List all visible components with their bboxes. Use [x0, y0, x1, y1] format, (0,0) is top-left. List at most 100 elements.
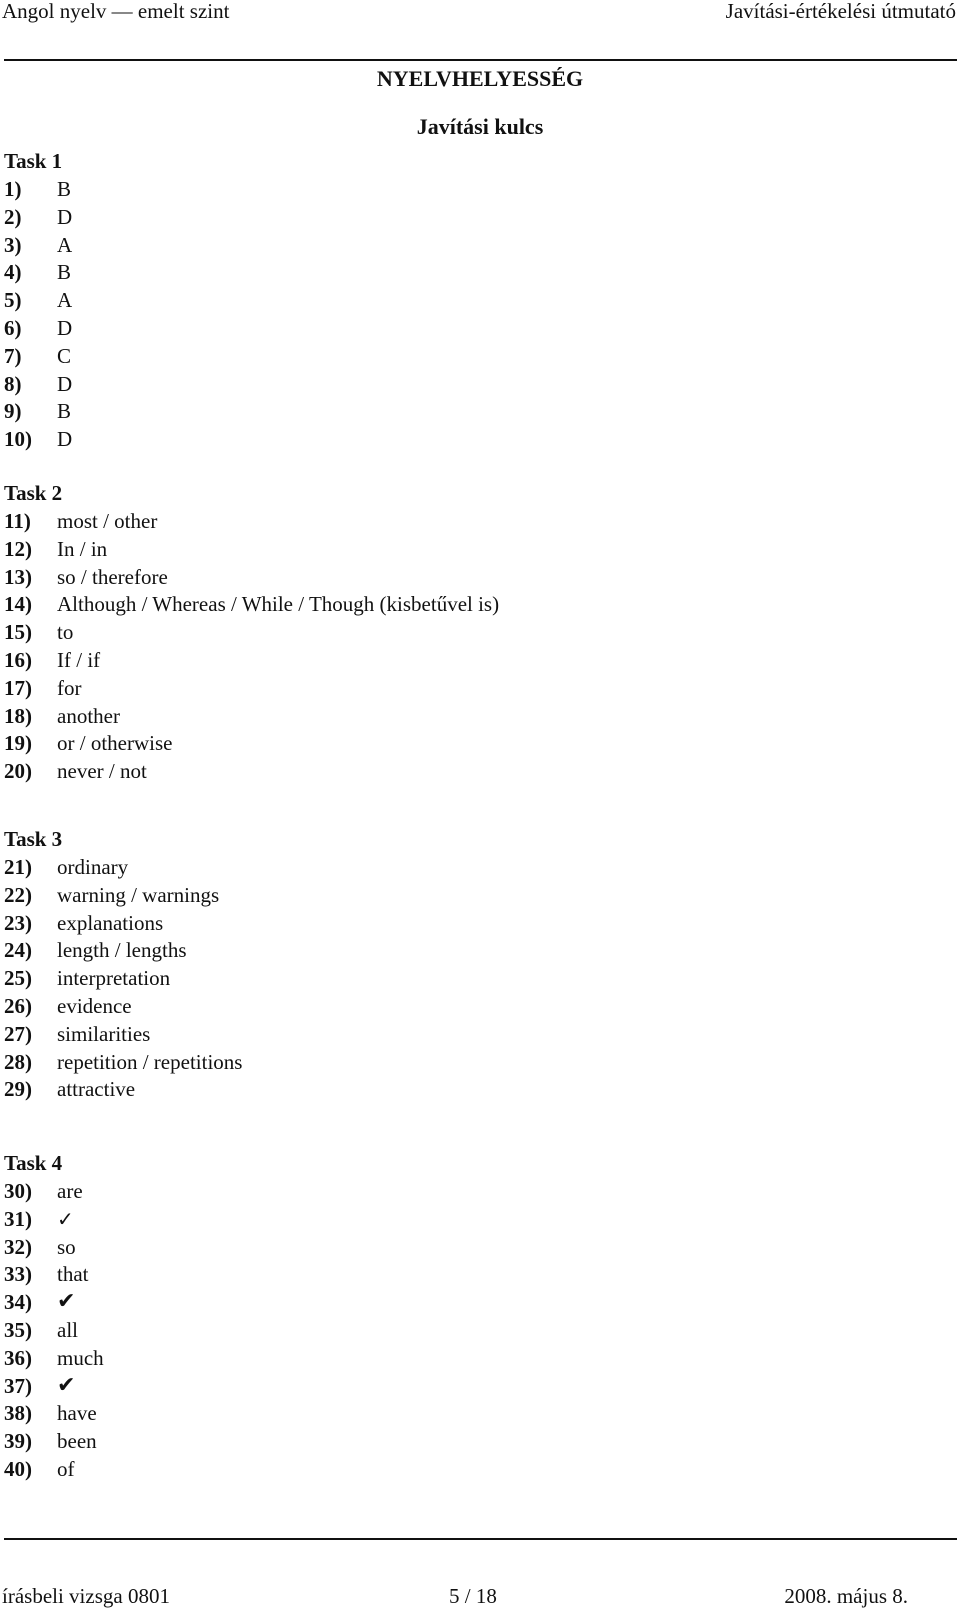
item-answer: D: [57, 371, 73, 396]
item-number: 28): [4, 1049, 32, 1074]
item-answer: Although / Whereas / While / Though (kis…: [57, 592, 500, 617]
answer-item: 15) to: [4, 619, 499, 647]
item-answer: been: [57, 1429, 97, 1454]
item-answer: another: [57, 703, 120, 728]
item-answer: In / in: [57, 536, 108, 561]
item-answer: so / therefore: [57, 564, 168, 589]
header-document-type: Javítási-értékelési útmutató: [725, 0, 956, 23]
item-number: 24): [4, 938, 32, 963]
task-section-2: Task 2 11) most / other 12) In / in 13) so / t…: [4, 480, 499, 786]
answer-item: 1) B: [4, 176, 72, 204]
page-number: 5 / 18: [449, 1584, 497, 1608]
item-answer: much: [57, 1345, 104, 1370]
item-answer: explanations: [57, 910, 164, 935]
item-number: 12): [4, 536, 32, 561]
item-number: 7): [4, 343, 22, 368]
item-number: 37): [4, 1373, 32, 1398]
item-number: 31): [4, 1206, 32, 1231]
task-heading: Task 4: [4, 1151, 63, 1175]
answer-item: 17) for: [4, 675, 499, 703]
item-answer: D: [57, 204, 73, 229]
answer-item: 37) ✔: [4, 1373, 104, 1401]
task-heading: Task 2: [4, 481, 63, 505]
item-answer: for: [57, 675, 82, 700]
item-answer: so: [57, 1234, 76, 1259]
item-answer: all: [57, 1317, 78, 1342]
item-number: 23): [4, 910, 32, 935]
item-number: 36): [4, 1345, 32, 1370]
item-number: 17): [4, 675, 32, 700]
item-number: 30): [4, 1179, 32, 1203]
item-answer: have: [57, 1401, 97, 1426]
answer-item: 27) similarities: [4, 1021, 242, 1049]
item-number: 33): [4, 1262, 32, 1287]
item-number: 35): [4, 1317, 32, 1342]
item-number: 14): [4, 592, 32, 617]
item-number: 25): [4, 966, 32, 991]
task-section-4: Task 4 30) are 31) ✓ 32) so 33) that 34) ✔ 35) all 36…: [4, 1150, 104, 1484]
item-number: 3): [4, 232, 22, 257]
answer-item: 14) Although / Whereas / While / Though (…: [4, 591, 499, 619]
item-answer: or / otherwise: [57, 731, 173, 756]
answer-item: 19) or / otherwise: [4, 730, 499, 758]
answer-item: 10) D: [4, 426, 72, 454]
task-heading: Task 3: [4, 827, 63, 851]
item-answer: evidence: [57, 993, 132, 1018]
item-answer: B: [57, 399, 72, 424]
answer-item: 11) most / other: [4, 508, 499, 536]
item-number: 26): [4, 993, 32, 1018]
answer-item: 13) so / therefore: [4, 564, 499, 592]
answer-item: 6) D: [4, 315, 72, 343]
item-number: 1): [4, 177, 22, 201]
answer-item: 26) evidence: [4, 993, 242, 1021]
item-answer: interpretation: [57, 966, 171, 991]
item-number: 13): [4, 564, 32, 589]
item-number: 27): [4, 1021, 32, 1046]
answer-item: 30) are: [4, 1178, 104, 1206]
answer-item: 36) much: [4, 1345, 104, 1373]
header-divider: [4, 59, 957, 61]
item-answer: C: [57, 343, 72, 368]
answer-item: 4) B: [4, 259, 72, 287]
item-number: 34): [4, 1290, 32, 1315]
item-number: 15): [4, 620, 32, 645]
item-answer: B: [57, 260, 72, 285]
item-number: 18): [4, 703, 32, 728]
item-number: 32): [4, 1234, 32, 1259]
heavy-check-icon: ✔: [57, 1289, 76, 1315]
page-subtitle: Javítási kulcs: [416, 114, 544, 139]
item-answer: length / lengths: [57, 938, 187, 963]
item-number: 2): [4, 204, 22, 229]
answer-item: 40) of: [4, 1456, 104, 1484]
item-answer: repetition / repetitions: [57, 1049, 243, 1074]
task-section-1: Task 1 1) B 2) D 3) A 4) B 5) A 6) D 7) C 8) D 9) B 10) D: [4, 148, 72, 454]
answer-item: 2) D: [4, 204, 72, 232]
answer-item: 12) In / in: [4, 536, 499, 564]
answer-item: 20) never / not: [4, 758, 499, 786]
item-answer: A: [57, 232, 73, 257]
item-answer: to: [57, 620, 74, 645]
answer-item: 29) attractive: [4, 1076, 242, 1104]
item-answer: D: [57, 315, 73, 340]
item-answer: ordinary: [57, 855, 129, 879]
item-number: 20): [4, 759, 32, 784]
answer-item: 21) ordinary: [4, 854, 242, 882]
item-number: 19): [4, 731, 32, 756]
item-answer: of: [57, 1456, 75, 1481]
item-answer: that: [57, 1262, 89, 1287]
check-icon: ✓: [57, 1206, 74, 1231]
footer-exam-code: írásbeli vizsga 0801: [2, 1584, 170, 1608]
answer-item: 8) D: [4, 371, 72, 399]
answer-item: 3) A: [4, 232, 72, 260]
footer-date: 2008. május 8.: [784, 1584, 908, 1608]
item-number: 38): [4, 1401, 32, 1426]
item-answer: If / if: [57, 647, 101, 672]
answer-item: 34) ✔: [4, 1289, 104, 1317]
item-answer: B: [57, 177, 72, 201]
item-answer: warning / warnings: [57, 882, 220, 907]
item-answer: D: [57, 427, 73, 452]
item-number: 40): [4, 1456, 32, 1481]
item-number: 21): [4, 855, 32, 879]
header-subject: Angol nyelv — emelt szint: [2, 0, 230, 23]
answer-item: 16) If / if: [4, 647, 499, 675]
